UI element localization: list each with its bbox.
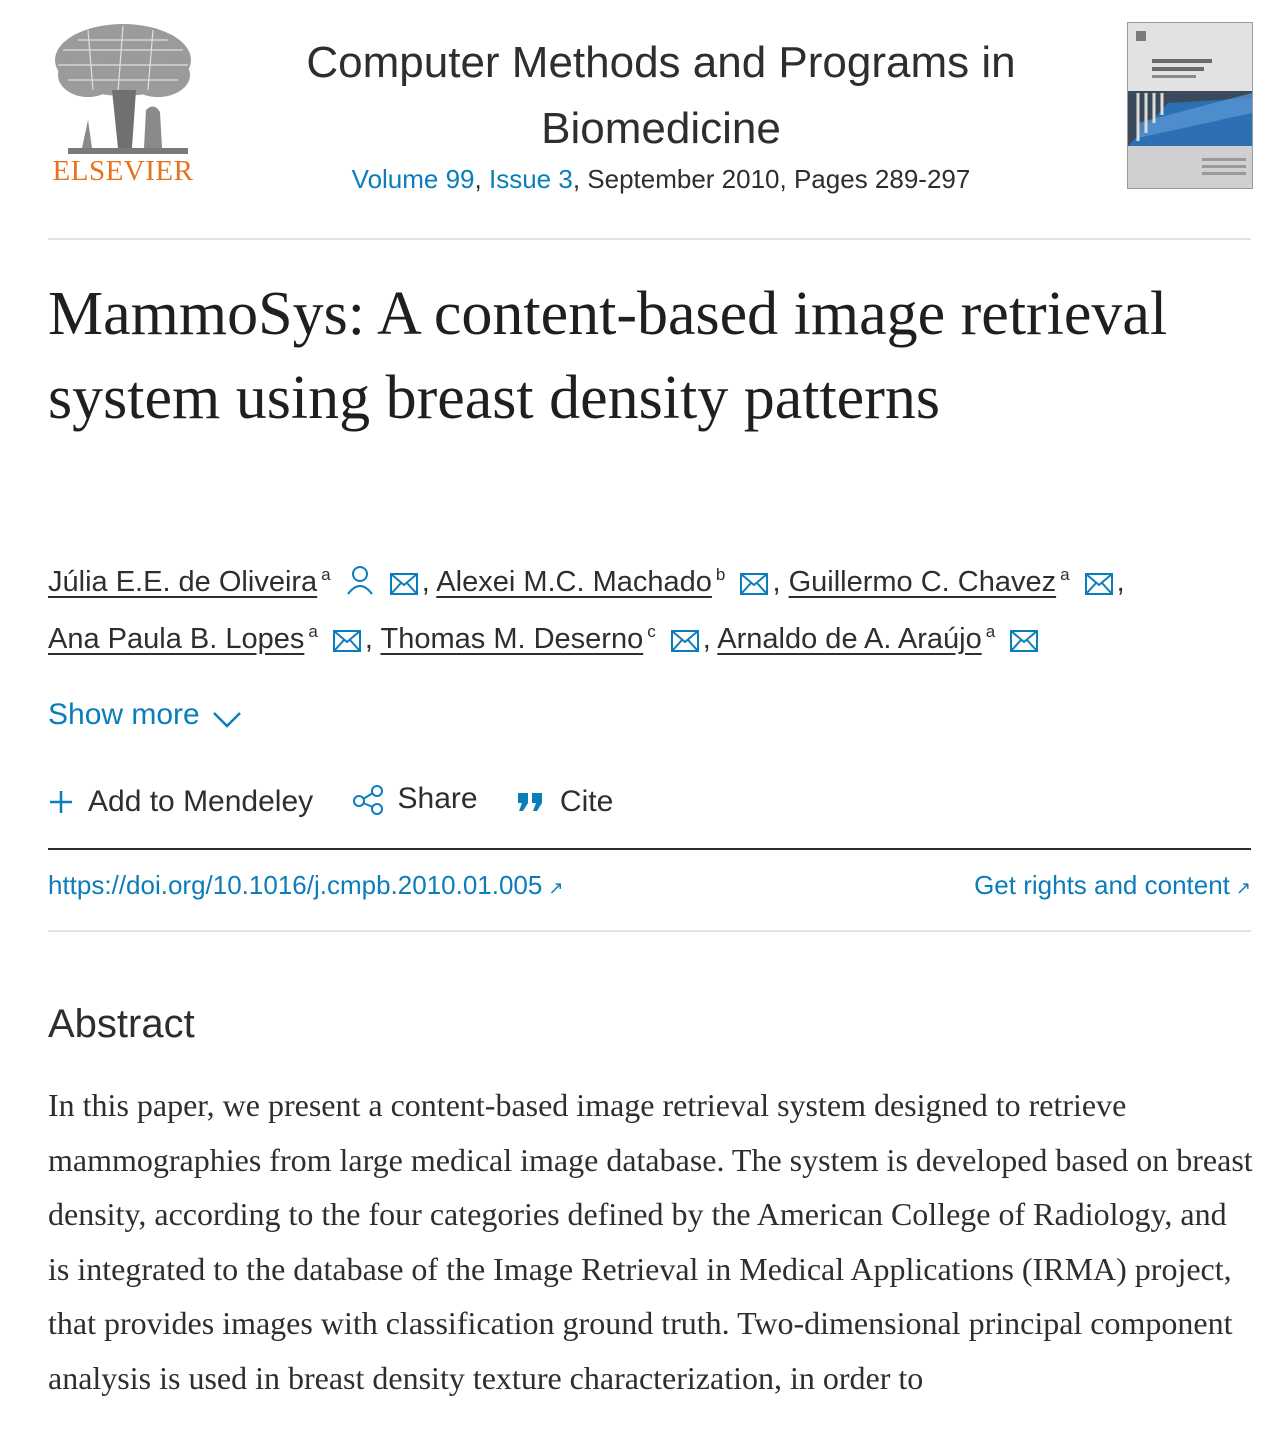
affiliation-marker[interactable]: a bbox=[321, 565, 330, 584]
share-icon bbox=[352, 785, 383, 815]
doi-text: https://doi.org/10.1016/j.cmpb.2010.01.0… bbox=[48, 870, 543, 900]
plus-icon bbox=[50, 791, 72, 813]
volume-link[interactable]: Volume 99 bbox=[352, 164, 475, 194]
email-icon[interactable] bbox=[740, 560, 769, 613]
chevron-down-icon bbox=[212, 712, 241, 728]
journal-cover-image[interactable] bbox=[1127, 22, 1253, 189]
external-link-icon: ↗ bbox=[1235, 878, 1251, 898]
share-label: Share bbox=[397, 782, 478, 815]
email-icon[interactable] bbox=[670, 617, 699, 670]
author-link[interactable]: Júlia E.E. de Oliveira bbox=[48, 566, 317, 598]
add-to-mendeley-button[interactable]: Add to Mendeley bbox=[48, 785, 313, 819]
elsevier-tree-icon bbox=[55, 24, 191, 154]
header-divider bbox=[48, 238, 1251, 240]
email-icon[interactable] bbox=[1084, 560, 1113, 613]
get-rights-text: Get rights and content bbox=[974, 870, 1230, 900]
author-link[interactable]: Ana Paula B. Lopes bbox=[48, 623, 304, 655]
author-separator: , bbox=[364, 623, 373, 655]
show-more-button[interactable]: Show more bbox=[48, 698, 242, 732]
show-more-label: Show more bbox=[48, 698, 200, 731]
affiliation-marker[interactable]: c bbox=[647, 622, 656, 641]
author-link[interactable]: Thomas M. Deserno bbox=[381, 623, 644, 655]
cite-button[interactable]: Cite bbox=[516, 785, 613, 819]
email-icon[interactable] bbox=[332, 617, 361, 670]
quote-icon bbox=[517, 793, 542, 811]
affiliation-marker[interactable]: a bbox=[1060, 565, 1069, 584]
doi-divider bbox=[48, 930, 1251, 932]
publisher-name: ELSEVIER bbox=[52, 155, 194, 187]
external-link-icon: ↗ bbox=[548, 878, 564, 898]
person-icon[interactable] bbox=[346, 560, 374, 613]
get-rights-link[interactable]: Get rights and content ↗ bbox=[974, 870, 1251, 901]
article-title: MammoSys: A content-based image retrieva… bbox=[48, 280, 1168, 432]
article-actions: Add to Mendeley Share Cite bbox=[48, 782, 643, 823]
affiliation-marker[interactable]: a bbox=[986, 622, 995, 641]
add-to-mendeley-label: Add to Mendeley bbox=[88, 785, 314, 818]
author-separator: , bbox=[702, 623, 711, 655]
journal-issue-info: Volume 99, Issue 3, September 2010, Page… bbox=[230, 164, 1092, 195]
author-link[interactable]: Arnaldo de A. Araújo bbox=[717, 623, 981, 655]
abstract-heading: Abstract bbox=[48, 1002, 195, 1046]
affiliation-marker[interactable]: a bbox=[308, 622, 317, 641]
author-separator: , bbox=[772, 566, 781, 598]
affiliation-marker[interactable]: b bbox=[716, 565, 725, 584]
share-button[interactable]: Share bbox=[352, 782, 478, 816]
journal-title[interactable]: Computer Methods and Programs in Biomedi… bbox=[230, 30, 1092, 162]
cite-label: Cite bbox=[559, 785, 614, 818]
date-pages: , September 2010, Pages 289-297 bbox=[572, 164, 971, 194]
email-icon[interactable] bbox=[1010, 617, 1039, 670]
author-separator: , bbox=[1116, 566, 1125, 598]
separator: , bbox=[474, 164, 482, 194]
author-link[interactable]: Guillermo C. Chavez bbox=[789, 566, 1057, 598]
journal-header: ELSEVIER Computer Methods and Programs i… bbox=[0, 0, 1273, 240]
actions-divider bbox=[48, 848, 1251, 850]
elsevier-logo[interactable]: ELSEVIER bbox=[48, 20, 198, 190]
email-icon[interactable] bbox=[389, 560, 418, 613]
doi-link[interactable]: https://doi.org/10.1016/j.cmpb.2010.01.0… bbox=[48, 870, 563, 901]
issue-link[interactable]: Issue 3 bbox=[489, 164, 573, 194]
author-link[interactable]: Alexei M.C. Machado bbox=[436, 566, 712, 598]
abstract-text: In this paper, we present a content-base… bbox=[48, 1087, 1253, 1396]
author-list: Júlia E.E. de Oliveira a , Alexei M.C. Ma… bbox=[48, 556, 1248, 670]
author-separator: , bbox=[421, 566, 430, 598]
